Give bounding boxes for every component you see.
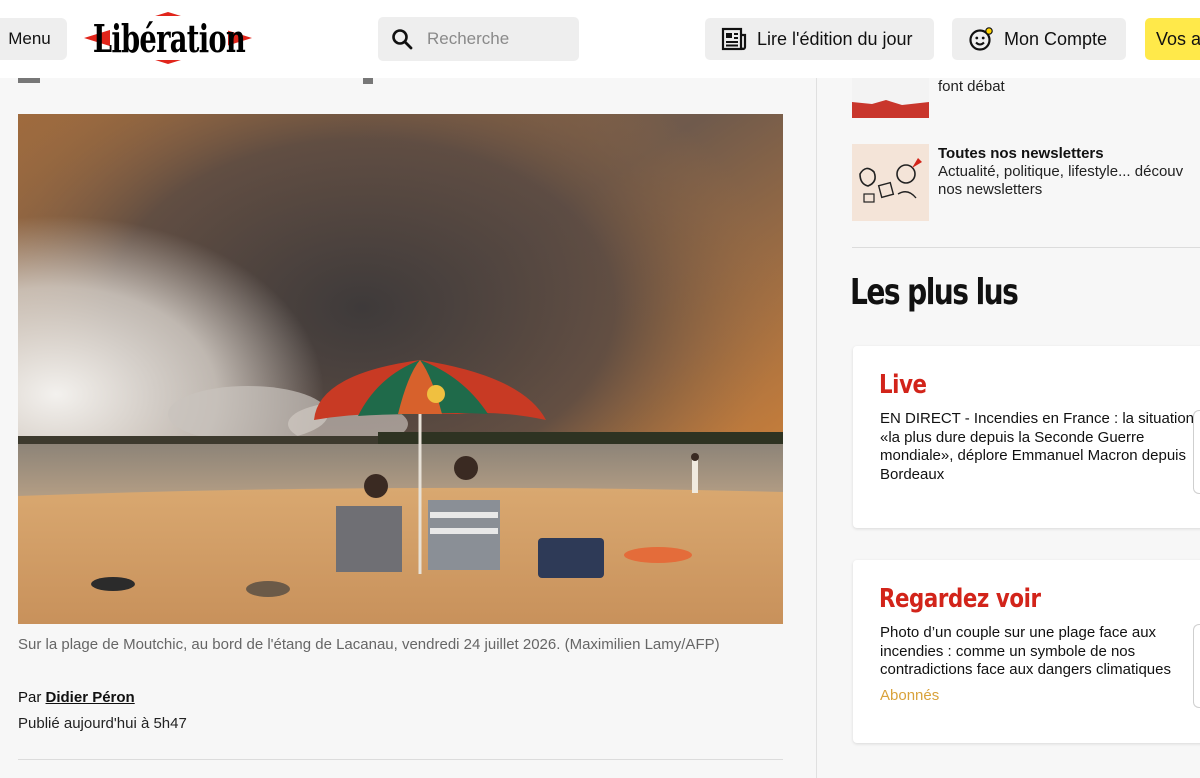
menu-button[interactable]: Menu xyxy=(0,18,67,60)
subscribe-label: Vos a xyxy=(1156,28,1200,49)
newsletter-item-2-title[interactable]: Toutes nos newsletters xyxy=(938,145,1104,162)
search-icon xyxy=(392,29,413,50)
newspaper-icon xyxy=(721,27,747,51)
card-1-label: Live xyxy=(879,370,927,400)
byline-prefix: Par xyxy=(18,689,46,706)
most-read-card-1[interactable]: Live EN DIRECT - Incendies en France : l… xyxy=(853,346,1200,528)
card-2-label: Regardez voir xyxy=(879,584,1041,614)
sidebar-divider xyxy=(852,247,1200,248)
account-smiley-icon xyxy=(969,27,993,51)
newsletter-thumb-2[interactable] xyxy=(852,144,929,221)
subscribe-button[interactable]: Vos a xyxy=(1145,18,1200,60)
search-field[interactable]: Recherche xyxy=(378,17,579,61)
account-label: Mon Compte xyxy=(1004,28,1108,49)
most-read-card-2[interactable]: Regardez voir Photo d’un couple sur une … xyxy=(853,560,1200,743)
svg-text:Libération: Libération xyxy=(93,16,246,61)
photo-caption: Sur la plage de Moutchic, au bord de l'é… xyxy=(18,636,720,653)
column-divider xyxy=(816,78,817,778)
author-link[interactable]: Didier Péron xyxy=(46,689,135,706)
card-1-text[interactable]: EN DIRECT - Incendies en France : la sit… xyxy=(880,410,1200,484)
account-button[interactable]: Mon Compte xyxy=(952,18,1126,60)
card-2-text[interactable]: Photo d’un couple sur une plage face aux… xyxy=(880,624,1200,680)
byline: Par Didier Péron xyxy=(18,689,135,706)
edition-button[interactable]: Lire l'édition du jour xyxy=(705,18,934,60)
edition-label: Lire l'édition du jour xyxy=(757,28,913,49)
most-read-heading: Les plus lus xyxy=(850,272,1019,313)
menu-label: Menu xyxy=(8,29,51,48)
publication-date: Publié aujourd'hui à 5h47 xyxy=(18,715,187,732)
newsletter-item-1-text[interactable]: font débat xyxy=(938,78,1005,95)
liberation-logo[interactable]: Libération xyxy=(84,8,252,68)
site-header: Menu Libération Recherche Lire l'édition… xyxy=(0,0,1200,78)
card-2-subscriber-tag: Abonnés xyxy=(880,687,940,704)
article-photo xyxy=(18,114,783,624)
newsletter-thumb-1[interactable] xyxy=(852,78,929,118)
search-placeholder: Recherche xyxy=(427,29,510,48)
newsletter-item-2-desc: Actualité, politique, lifestyle... décou… xyxy=(938,163,1184,198)
card-2-scroll-tab[interactable] xyxy=(1193,624,1200,708)
article-divider xyxy=(18,759,783,760)
card-1-scroll-tab[interactable] xyxy=(1193,410,1200,494)
